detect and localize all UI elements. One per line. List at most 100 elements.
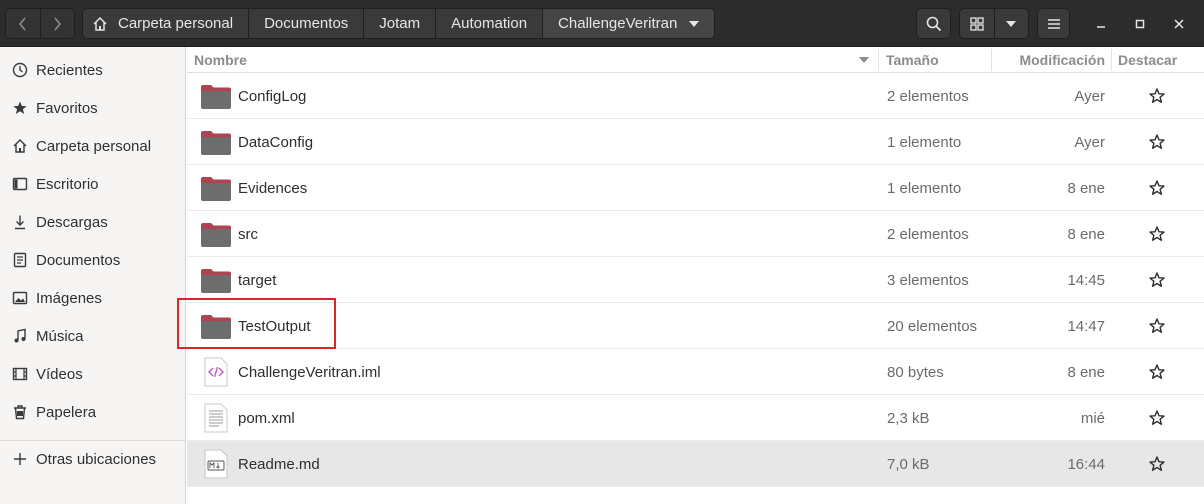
desktop-icon — [11, 175, 29, 193]
star-outline-icon[interactable] — [1148, 271, 1166, 289]
sidebar-item-label: Otras ubicaciones — [36, 450, 157, 468]
breadcrumb-current[interactable]: ChallengeVeritran — [542, 9, 715, 38]
file-row[interactable]: DataConfig 1 elemento Ayer — [187, 119, 1204, 165]
sidebar-item-papelera[interactable]: Papelera — [0, 393, 186, 431]
sidebar-item-otras-ubicaciones[interactable]: Otras ubicaciones — [0, 440, 186, 478]
sidebar-item-carpeta-personal[interactable]: Carpeta personal — [0, 127, 186, 165]
hamburger-menu-icon — [1047, 18, 1060, 29]
file-row[interactable]: target 3 elementos 14:45 — [187, 257, 1204, 303]
breadcrumb-automation[interactable]: Automation — [435, 9, 542, 38]
navigation-buttons — [5, 8, 75, 39]
breadcrumb-jotam[interactable]: Jotam — [363, 9, 435, 38]
breadcrumb-label: Jotam — [379, 15, 421, 32]
file-row-selected[interactable]: Readme.md 7,0 kB 16:44 — [187, 441, 1204, 487]
sidebar-item-descargas[interactable]: Descargas — [0, 203, 186, 241]
grid-view-button[interactable] — [960, 9, 994, 38]
sidebar-item-musica[interactable]: Música — [0, 317, 186, 355]
breadcrumb-home[interactable]: Carpeta personal — [83, 9, 248, 38]
star-outline-icon[interactable] — [1148, 87, 1166, 105]
sidebar-item-label: Documentos — [36, 251, 121, 269]
sidebar-item-label: Favoritos — [36, 99, 98, 117]
music-icon — [11, 327, 29, 345]
star-outline-icon[interactable] — [1148, 317, 1166, 335]
sidebar-item-label: Imágenes — [36, 289, 102, 307]
file-name: src — [238, 225, 258, 243]
star-outline-icon[interactable] — [1148, 363, 1166, 381]
view-menu-button[interactable] — [993, 9, 1028, 38]
file-row[interactable]: pom.xml 2,3 kB mié — [187, 395, 1204, 441]
sidebar-item-label: Recientes — [36, 61, 103, 79]
search-icon — [926, 16, 941, 31]
view-options — [959, 8, 1029, 39]
folder-icon — [201, 223, 231, 247]
column-header-label: Nombre — [194, 52, 247, 68]
column-header-modified[interactable]: Modificación — [1019, 47, 1105, 73]
breadcrumb-documentos[interactable]: Documentos — [248, 9, 363, 38]
maximize-button[interactable] — [1130, 14, 1150, 34]
star-outline-icon[interactable] — [1148, 409, 1166, 427]
folder-icon — [201, 131, 231, 155]
folder-icon — [201, 177, 231, 201]
file-modified: 8 ene — [1067, 363, 1105, 381]
home-icon — [11, 137, 29, 155]
breadcrumb: Carpeta personal Documentos Jotam Automa… — [82, 8, 716, 39]
column-header-label: Tamaño — [886, 52, 939, 68]
sidebar-item-videos[interactable]: Vídeos — [0, 355, 186, 393]
sidebar-item-recientes[interactable]: Recientes — [0, 51, 186, 89]
close-icon — [1174, 19, 1184, 29]
home-icon — [92, 16, 108, 32]
sidebar: Recientes Favoritos Carpeta personal Esc… — [0, 47, 186, 504]
column-header-label: Modificación — [1019, 52, 1105, 68]
minimize-icon — [1097, 26, 1105, 28]
sidebar-item-documentos[interactable]: Documentos — [0, 241, 186, 279]
forward-button[interactable] — [39, 9, 75, 38]
column-divider — [1111, 49, 1112, 71]
file-row[interactable]: Evidences 1 elemento 8 ene — [187, 165, 1204, 211]
chevron-left-icon — [18, 16, 26, 31]
download-icon — [11, 213, 29, 231]
sidebar-item-imagenes[interactable]: Imágenes — [0, 279, 186, 317]
main-menu-button[interactable] — [1037, 8, 1070, 39]
star-outline-icon[interactable] — [1148, 133, 1166, 151]
column-header-name[interactable]: Nombre — [194, 47, 874, 73]
file-modified: 8 ene — [1067, 179, 1105, 197]
sidebar-item-label: Música — [36, 327, 84, 345]
sidebar-item-label: Escritorio — [36, 175, 99, 193]
video-icon — [11, 365, 29, 383]
xml-file-icon — [204, 357, 228, 387]
column-headers: Nombre Tamaño Modificación Destacar — [187, 47, 1204, 73]
highlight-box — [177, 298, 336, 349]
search-button[interactable] — [916, 8, 951, 39]
sidebar-item-label: Descargas — [36, 213, 108, 231]
file-row[interactable]: ChallengeVeritran.iml 80 bytes 8 ene — [187, 349, 1204, 395]
star-outline-icon[interactable] — [1148, 225, 1166, 243]
star-outline-icon[interactable] — [1148, 455, 1166, 473]
file-size: 20 elementos — [887, 317, 978, 335]
column-header-star[interactable]: Destacar — [1118, 47, 1177, 73]
file-size: 2,3 kB — [887, 409, 930, 427]
document-icon — [11, 251, 29, 269]
breadcrumb-label: Carpeta personal — [118, 15, 234, 32]
file-row[interactable]: TestOutput 20 elementos 14:47 — [187, 303, 1204, 349]
file-name: Evidences — [238, 179, 308, 197]
markdown-file-icon — [204, 449, 228, 479]
minimize-button[interactable] — [1091, 14, 1111, 34]
file-name: ChallengeVeritran.iml — [238, 363, 381, 381]
file-size: 1 elemento — [887, 179, 962, 197]
star-outline-icon[interactable] — [1148, 179, 1166, 197]
sidebar-item-escritorio[interactable]: Escritorio — [0, 165, 186, 203]
file-row[interactable]: src 2 elementos 8 ene — [187, 211, 1204, 257]
chevron-down-icon — [1006, 20, 1017, 27]
file-name: DataConfig — [238, 133, 314, 151]
maximize-icon — [1135, 19, 1145, 29]
column-header-size[interactable]: Tamaño — [886, 47, 939, 73]
back-button[interactable] — [6, 9, 40, 38]
close-button[interactable] — [1169, 14, 1189, 34]
file-name: target — [238, 271, 277, 289]
sidebar-item-favoritos[interactable]: Favoritos — [0, 89, 186, 127]
file-row[interactable]: ConfigLog 2 elementos Ayer — [187, 73, 1204, 119]
file-list: Nombre Tamaño Modificación Destacar Conf… — [187, 47, 1204, 504]
sidebar-item-label: Vídeos — [36, 365, 83, 383]
chevron-down-icon[interactable] — [689, 20, 700, 27]
clock-icon — [11, 61, 29, 79]
